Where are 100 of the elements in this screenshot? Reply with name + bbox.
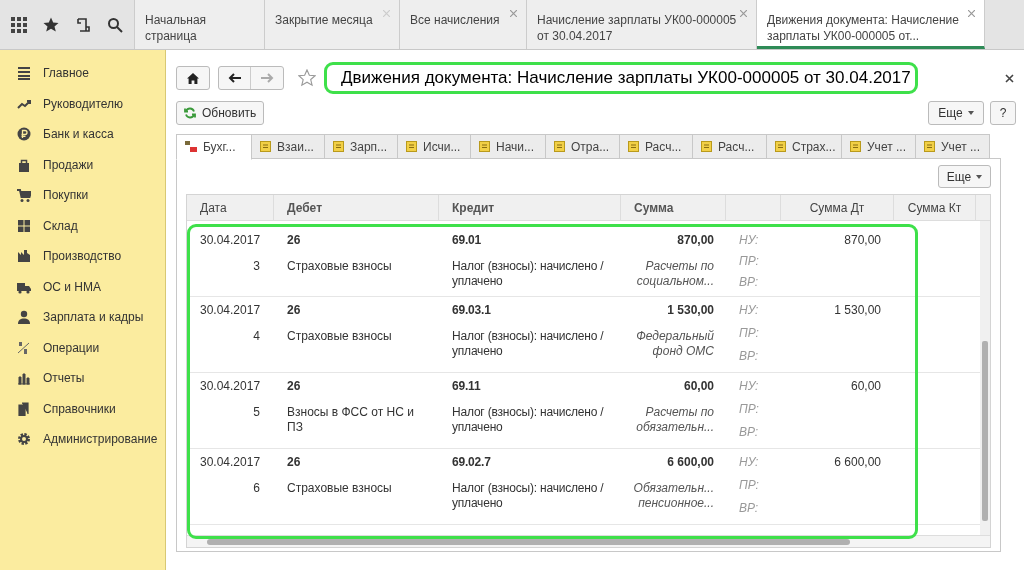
register-icon bbox=[479, 141, 490, 152]
sidebar-item[interactable]: Банк и касса bbox=[0, 119, 165, 150]
close-button[interactable] bbox=[1005, 73, 1014, 83]
column-header[interactable]: Сумма Дт bbox=[809, 198, 865, 217]
close-tab-icon[interactable] bbox=[968, 10, 975, 17]
column-header[interactable]: Кредит bbox=[452, 198, 495, 217]
account-cell-text: 69.02.7 bbox=[452, 455, 491, 471]
document-tab[interactable]: Расч... bbox=[619, 134, 693, 159]
subconto-cell-text: Налог (взносы): начислено / уплачено bbox=[452, 405, 605, 435]
document-tab[interactable]: Начи... bbox=[470, 134, 546, 159]
window-tab[interactable]: Движения документа: Начисление зарплаты УК00-000005 от... bbox=[757, 0, 985, 49]
subconto-cell: Страховые взносы bbox=[287, 481, 392, 496]
window-tab[interactable]: Закрытие месяца bbox=[265, 0, 400, 49]
window-tab[interactable]: Начисление зарплаты УК00-000005 от 30.04.2017 bbox=[527, 0, 757, 49]
back-arrow-icon bbox=[228, 73, 241, 83]
amount-cell-text: 6 600,00 bbox=[667, 455, 714, 471]
menu-icon bbox=[17, 66, 31, 81]
shopping-bag-icon bbox=[17, 157, 31, 172]
close-tab-icon[interactable] bbox=[510, 10, 517, 17]
document-tab[interactable]: Зарп... bbox=[324, 134, 398, 159]
sidebar-item[interactable]: Администрирование bbox=[0, 424, 165, 455]
search-icon[interactable] bbox=[107, 16, 123, 33]
forward-arrow-icon bbox=[260, 73, 274, 83]
vertical-scrollbar[interactable] bbox=[980, 221, 990, 535]
document-tab[interactable]: Взаи... bbox=[251, 134, 325, 159]
subconto-cell-text: Налог (взносы): начислено / уплачено bbox=[452, 329, 605, 359]
row-number: 4 bbox=[253, 329, 260, 344]
accounting-type-label: ВР: bbox=[739, 501, 759, 517]
content-cell-text: Федеральный фонд ОМС bbox=[635, 329, 714, 359]
account-cell-text: 26 bbox=[287, 233, 301, 249]
date-cell-text: 30.04.2017 bbox=[200, 455, 260, 471]
sidebar-item[interactable]: ОС и НМА bbox=[0, 271, 165, 302]
sidebar-item[interactable]: Продажи bbox=[0, 149, 165, 180]
window-tab[interactable]: Начальная страница bbox=[135, 0, 265, 49]
amount-cell: 870,00 bbox=[844, 233, 881, 248]
more-button[interactable]: Еще bbox=[928, 101, 984, 125]
sidebar-item[interactable]: Зарплата и кадры bbox=[0, 302, 165, 333]
window-title: Движения документа: Начисление зарплаты УК00-000005 от 30.04.2017 bbox=[324, 62, 918, 94]
amount-cell: 60,00 bbox=[850, 379, 881, 394]
date-cell-text: 30.04.2017 bbox=[200, 233, 260, 249]
document-tab[interactable]: Страх... bbox=[766, 134, 842, 159]
close-icon bbox=[1005, 73, 1014, 83]
sidebar-item[interactable]: Склад bbox=[0, 210, 165, 241]
subconto-cell-text: Взносы в ФСС от НС и ПЗ bbox=[287, 405, 415, 435]
scrollbar-thumb[interactable] bbox=[982, 341, 988, 521]
ruble-coin-icon bbox=[17, 127, 31, 142]
account-cell-text: 69.11 bbox=[452, 379, 481, 395]
sidebar-item[interactable]: Справочники bbox=[0, 393, 165, 424]
sidebar-item[interactable]: Главное bbox=[0, 58, 165, 89]
sidebar-item[interactable]: Операции bbox=[0, 332, 165, 363]
row-number: 5 bbox=[253, 405, 260, 420]
accounting-type-label: ВР: bbox=[739, 349, 759, 365]
column-header[interactable]: Сумма Кт bbox=[907, 198, 962, 217]
subconto-cell-text: Налог (взносы): начислено / уплачено bbox=[452, 481, 605, 511]
sidebar-item[interactable]: Отчеты bbox=[0, 363, 165, 394]
register-icon bbox=[260, 141, 271, 152]
close-tab-icon[interactable] bbox=[740, 10, 747, 17]
caret-icon bbox=[967, 111, 974, 115]
document-tab[interactable]: Расч... bbox=[692, 134, 767, 159]
favorite-star-icon[interactable] bbox=[298, 69, 316, 87]
caret-icon bbox=[976, 174, 983, 179]
document-tab[interactable]: Исчи... bbox=[397, 134, 471, 159]
row-number: 6 bbox=[253, 481, 260, 496]
home-button[interactable] bbox=[176, 66, 210, 90]
window-tab[interactable]: Все начисления bbox=[400, 0, 527, 49]
sidebar-item[interactable]: Руководителю bbox=[0, 88, 165, 119]
accounting-type-label: ПР: bbox=[739, 478, 759, 494]
register-icon bbox=[406, 141, 417, 152]
document-tab[interactable]: Учет ... bbox=[841, 134, 916, 159]
register-icon bbox=[850, 141, 861, 152]
star-icon[interactable] bbox=[43, 16, 59, 33]
amount-cell: 6 600,00 bbox=[834, 455, 881, 470]
account-cell-text: 69.03.1 bbox=[452, 303, 491, 319]
accounting-type-label: НУ: bbox=[739, 303, 759, 319]
sidebar-item[interactable]: Покупки bbox=[0, 180, 165, 211]
date-cell-text: 30.04.2017 bbox=[200, 303, 260, 319]
accounting-type-label: НУ: bbox=[739, 455, 759, 471]
document-tab[interactable]: Учет ... bbox=[915, 134, 990, 159]
register-icon bbox=[775, 141, 786, 152]
amount-cell-text: 870,00 bbox=[677, 233, 714, 249]
scrollbar-thumb[interactable] bbox=[207, 538, 850, 545]
help-button[interactable]: ? bbox=[990, 101, 1016, 125]
content-cell: Обязательн... пенсионное... bbox=[633, 481, 714, 511]
factory-icon bbox=[17, 249, 31, 264]
document-tab[interactable]: Бухг... bbox=[176, 134, 252, 160]
table-more-button[interactable]: Еще bbox=[938, 165, 991, 188]
column-header[interactable]: Дебет bbox=[287, 198, 322, 217]
apps-grid-icon[interactable] bbox=[11, 16, 27, 33]
document-tab[interactable]: Отра... bbox=[545, 134, 620, 159]
sidebar-item[interactable]: Производство bbox=[0, 241, 165, 272]
register-icon bbox=[701, 141, 712, 152]
register-icon bbox=[554, 141, 565, 152]
accounting-type-label: ПР: bbox=[739, 326, 759, 342]
column-header[interactable]: Дата bbox=[200, 198, 227, 217]
subconto-cell: Страховые взносы bbox=[287, 329, 392, 344]
accounting-type-label: ПР: bbox=[739, 402, 759, 418]
accounting-type-label: ВР: bbox=[739, 425, 759, 441]
account-cell-text: 26 bbox=[287, 303, 301, 319]
column-header[interactable]: Сумма bbox=[634, 198, 674, 217]
refresh-button[interactable]: Обновить bbox=[176, 101, 265, 125]
